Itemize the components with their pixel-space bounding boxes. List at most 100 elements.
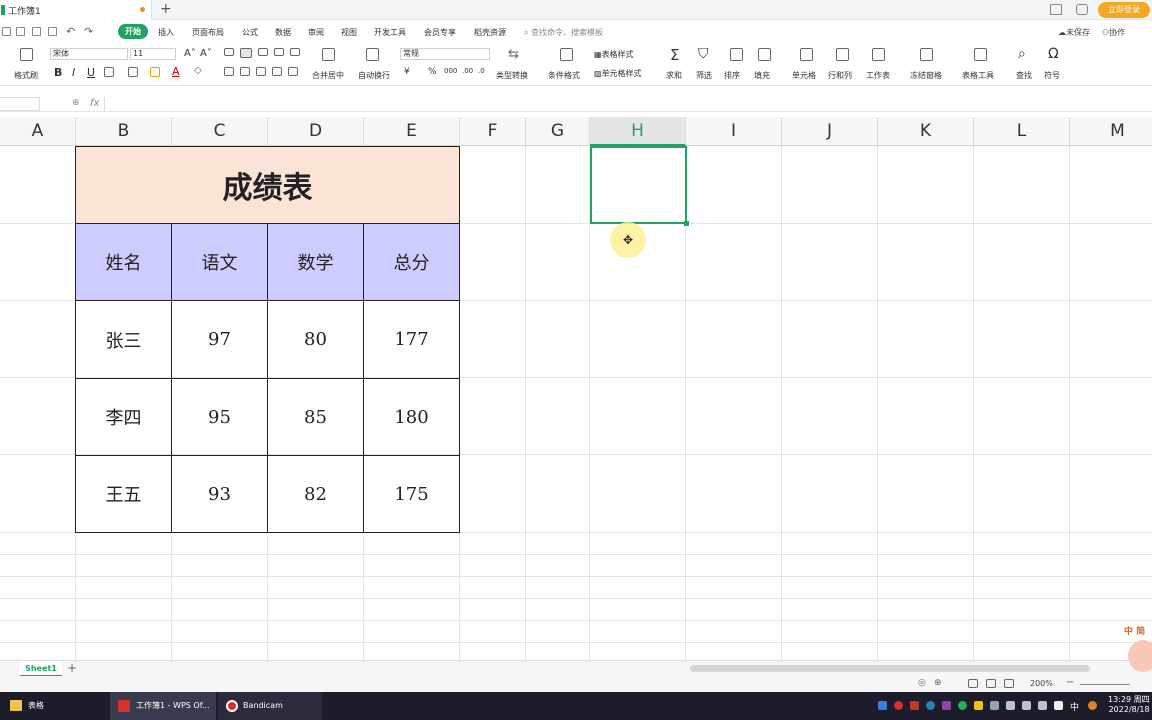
cell-icon[interactable] [800, 48, 813, 61]
table-cell[interactable]: 95 [171, 378, 268, 456]
table-cell[interactable]: 张三 [75, 300, 172, 379]
column-header-d[interactable]: D [268, 117, 364, 146]
align-middle-icon[interactable] [240, 48, 252, 58]
align-left-icon[interactable] [224, 67, 234, 76]
table-cell[interactable]: 李四 [75, 378, 172, 456]
table-cell[interactable]: 80 [267, 300, 364, 379]
save-icon[interactable] [16, 27, 25, 36]
normal-view-icon[interactable] [968, 679, 978, 688]
merge-center-label[interactable]: 合并居中 [312, 70, 344, 81]
fill-color-icon[interactable] [150, 67, 160, 77]
font-color-icon[interactable]: A [172, 65, 180, 78]
decrease-font-icon[interactable]: A˅ [200, 48, 212, 59]
symbol-label[interactable]: 符号 [1044, 70, 1060, 81]
worksheet-label[interactable]: 工作表 [866, 70, 890, 81]
tray-app-icon[interactable] [942, 701, 951, 710]
table-cell[interactable]: 85 [267, 378, 364, 456]
decrease-decimal-icon[interactable]: .0 [478, 67, 485, 75]
worksheet-icon[interactable] [872, 48, 885, 61]
fill-label[interactable]: 填充 [754, 70, 770, 81]
justify-icon[interactable] [272, 67, 282, 76]
freeze-pane-icon[interactable] [920, 48, 933, 61]
format-painter-label[interactable]: 格式刷 [14, 70, 38, 81]
collab-button[interactable]: ⚇协作 [1102, 27, 1125, 38]
tray-record-icon[interactable] [894, 701, 903, 710]
menu-tab-insert[interactable]: 插入 [158, 27, 174, 38]
sum-label[interactable]: 求和 [666, 70, 682, 81]
tray-app-icon[interactable] [958, 701, 967, 710]
eye-protection-icon[interactable]: ◎ [918, 678, 926, 688]
formula-input[interactable] [104, 97, 1152, 111]
login-button[interactable]: 立即登录 [1098, 2, 1150, 18]
page-layout-view-icon[interactable] [986, 679, 996, 688]
column-header-b[interactable]: B [76, 117, 172, 146]
table-title[interactable]: 成绩表 [75, 146, 460, 224]
header-chinese[interactable]: 语文 [171, 223, 268, 301]
outdent-icon[interactable] [290, 48, 300, 56]
column-header-c[interactable]: C [172, 117, 268, 146]
sort-icon[interactable] [730, 48, 743, 61]
zoom-out-icon[interactable]: − [1066, 677, 1074, 688]
tray-app-icon[interactable] [990, 701, 999, 710]
thousands-icon[interactable]: 000 [444, 67, 457, 75]
cell-style-button[interactable]: ▧单元格样式 [594, 68, 642, 79]
column-header-l[interactable]: L [974, 117, 1070, 146]
increase-font-icon[interactable]: A˄ [184, 48, 196, 59]
mic-icon[interactable] [1054, 701, 1063, 710]
format-painter-icon[interactable] [20, 48, 33, 61]
system-clock[interactable]: 13:29 周四 2022/8/18 [1108, 695, 1150, 715]
tray-wps-icon[interactable] [910, 701, 919, 710]
redo-icon[interactable]: ↷ [84, 25, 93, 38]
table-style-button[interactable]: ▦表格样式 [594, 49, 634, 60]
undo-icon[interactable]: ↶ [66, 25, 75, 38]
align-bottom-icon[interactable] [258, 48, 268, 56]
currency-icon[interactable]: ¥ [404, 67, 410, 77]
number-format-select[interactable]: 常规 [400, 48, 490, 60]
table-cell[interactable]: 177 [363, 300, 460, 379]
row-col-icon[interactable] [836, 48, 849, 61]
column-header-h[interactable]: H [590, 117, 686, 146]
underline-button[interactable]: U [87, 66, 95, 79]
menu-tab-data[interactable]: 数据 [275, 27, 291, 38]
network-icon[interactable] [1022, 701, 1031, 710]
conditional-format-icon[interactable] [560, 48, 573, 61]
font-name-select[interactable]: 宋体 [50, 48, 128, 60]
table-cell[interactable]: 93 [171, 455, 268, 533]
row-col-label[interactable]: 行和列 [828, 70, 852, 81]
freeze-pane-label[interactable]: 冻结窗格 [910, 70, 942, 81]
column-header-a[interactable]: A [0, 117, 76, 146]
ime-indicator[interactable]: 中 [1070, 700, 1079, 713]
header-total[interactable]: 总分 [363, 223, 460, 301]
menu-tab-page-layout[interactable]: 页面布局 [192, 27, 224, 38]
find-label[interactable]: 查找 [1016, 70, 1032, 81]
menu-tab-view[interactable]: 视图 [341, 27, 357, 38]
border-icon[interactable] [104, 67, 114, 77]
type-convert-icon[interactable]: ⇆ [508, 47, 519, 62]
print-preview-icon[interactable] [48, 27, 57, 36]
tray-app-icon[interactable] [974, 701, 983, 710]
taskbar-item-folder[interactable]: 表格 [0, 692, 110, 720]
command-search[interactable]: ⌕ 查找命令、搜索模板 [524, 27, 603, 38]
column-header-k[interactable]: K [878, 117, 974, 146]
column-header-g[interactable]: G [526, 117, 590, 146]
zoom-formula-icon[interactable]: ⊕ [72, 98, 80, 108]
find-icon[interactable]: ⌕ [1018, 46, 1026, 62]
tray-app-icon[interactable] [1006, 701, 1015, 710]
indent-icon[interactable] [274, 48, 284, 56]
zoom-slider[interactable] [1080, 684, 1130, 685]
menu-tab-home[interactable]: 开始 [118, 24, 148, 39]
table-cell[interactable]: 180 [363, 378, 460, 456]
taskbar-item-bandicam[interactable]: Bandicam [218, 692, 322, 720]
menu-tab-formula[interactable]: 公式 [242, 27, 258, 38]
column-header-f[interactable]: F [460, 117, 526, 146]
tray-app-icon[interactable] [878, 701, 887, 710]
filter-label[interactable]: 筛选 [696, 70, 712, 81]
column-header-m[interactable]: M [1070, 117, 1152, 146]
tray-app-icon[interactable] [1088, 701, 1097, 710]
merge-center-icon[interactable] [322, 48, 335, 61]
apps-grid-icon[interactable] [1076, 4, 1088, 15]
fill-icon[interactable] [758, 48, 771, 61]
column-header-e[interactable]: E [364, 117, 460, 146]
merge-icon[interactable] [128, 67, 138, 77]
increase-decimal-icon[interactable]: .00 [462, 67, 473, 75]
